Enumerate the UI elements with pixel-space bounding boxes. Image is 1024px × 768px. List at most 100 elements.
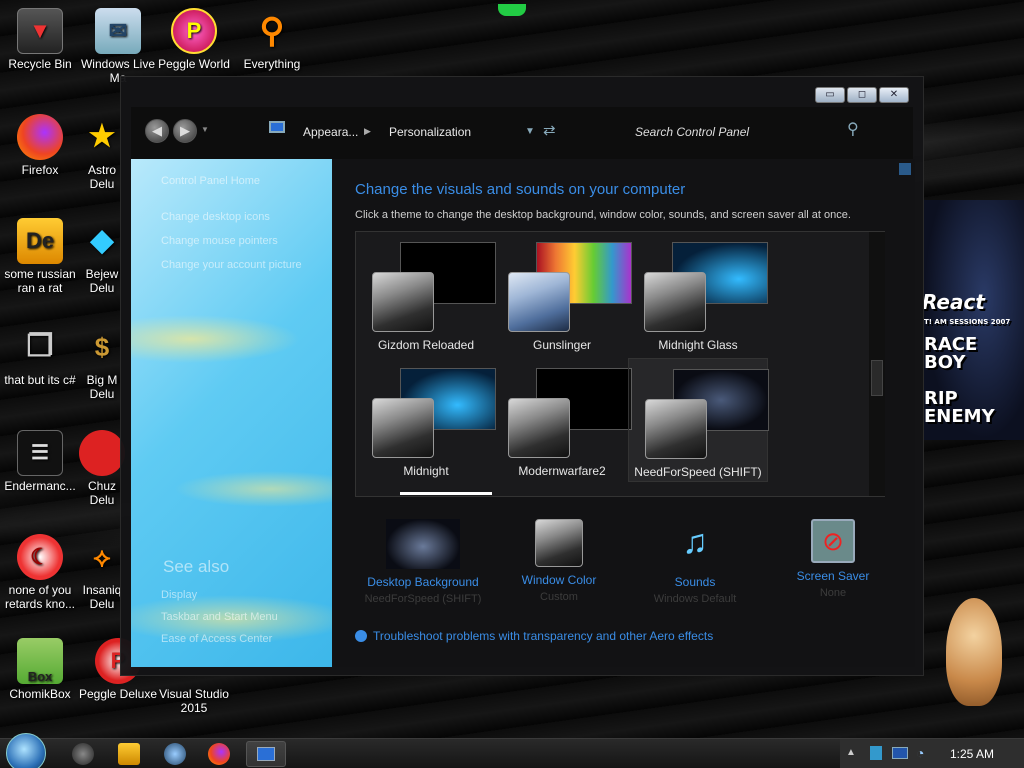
breadcrumb-personalization[interactable]: Personalization (389, 125, 471, 139)
change-account-picture-link[interactable]: Change your account picture (161, 259, 302, 271)
media-icon[interactable] (72, 743, 94, 765)
desktop-icon-insaniquarium[interactable]: ⟡ Insaniq Delu (78, 534, 126, 611)
desktop-icon-peggle-world[interactable]: P Peggle World (154, 8, 234, 71)
recent-pages-chevron-icon[interactable]: ▼ (201, 125, 209, 134)
setting-label: Window Color (521, 573, 597, 587)
page-heading: Change the visuals and sounds on your co… (355, 181, 686, 198)
minimize-button[interactable]: ▭ (815, 87, 845, 103)
display-link[interactable]: Display (161, 589, 197, 601)
theme-color-swatch (372, 272, 434, 332)
desktop-icon-endermanch[interactable]: ☰ Endermanc... (0, 430, 80, 493)
troubleshoot-link[interactable]: Troubleshoot problems with transparency … (355, 629, 713, 643)
title-bar[interactable]: ▭ ◻ ✕ (121, 77, 923, 107)
show-hidden-icons-icon[interactable]: ▲ (846, 747, 856, 758)
desktop-icon-label: none of you retards kno... (4, 583, 76, 611)
theme-gizdom-reloaded[interactable]: Gizdom Reloaded (356, 232, 496, 356)
desktop-icon-none-of-you[interactable]: ☾ none of you retards kno... (0, 534, 80, 611)
desktop-icon-everything[interactable]: ⚲ Everything (232, 8, 312, 71)
theme-label: Gunslinger (532, 338, 592, 352)
desktop-icon-label: Endermanc... (4, 479, 76, 493)
desktop-icon-some-russian[interactable]: De some russian ran a rat (0, 218, 80, 295)
breadcrumb-separator-icon[interactable]: ▶ (364, 126, 371, 137)
theme-color-swatch (508, 272, 570, 332)
change-mouse-pointers-link[interactable]: Change mouse pointers (161, 235, 278, 247)
theme-midnight[interactable]: Midnight (356, 358, 496, 482)
sounds-setting[interactable]: ♫ Sounds Windows Default (635, 519, 755, 605)
music-notes-icon: ♫ (682, 523, 708, 561)
theme-midnight-glass[interactable]: Midnight Glass (628, 232, 768, 356)
document-list-icon: ☰ (17, 430, 63, 476)
personalization-window: ▭ ◻ ✕ ◀ ▶ ▼ Appeara... ▶ Personalization… (120, 76, 924, 676)
system-tray: ▲ ◔ (840, 739, 1024, 768)
theme-color-swatch (644, 272, 706, 332)
screen-saver-icon: ⊘ (811, 519, 855, 563)
chuzzle-icon (79, 430, 125, 476)
control-panel-home-link[interactable]: Control Panel Home (161, 175, 260, 187)
media-player-icon[interactable] (118, 743, 140, 765)
close-button[interactable]: ✕ (879, 87, 909, 103)
network-icon[interactable] (870, 746, 882, 760)
desktop-icon-label: Bejew Delu (85, 267, 119, 295)
maximize-button[interactable]: ◻ (847, 87, 877, 103)
desktop-icon-chuzzle[interactable]: Chuz Delu (78, 430, 126, 507)
desktop-icon-label: Insaniq Delu (82, 583, 122, 611)
desktop-icon-that-but-its[interactable]: ❐ that but its c# (0, 324, 80, 388)
search-icon[interactable]: ⚲ (847, 119, 859, 139)
theme-gallery-scrollbar[interactable] (869, 232, 885, 496)
peggle-icon: P (171, 8, 217, 54)
desktop-icon-firefox[interactable]: Firefox (0, 114, 80, 177)
recycle-bin-icon: ▼ (17, 8, 63, 54)
scrollbar-thumb[interactable] (871, 360, 883, 396)
control-panel-taskbar-button[interactable] (246, 741, 286, 767)
wallpaper-react-text: React (922, 290, 985, 314)
search-input[interactable]: Search Control Panel (621, 119, 871, 145)
taskbar-clock[interactable]: 1:25 AM (950, 747, 994, 761)
setting-label: Screen Saver (796, 569, 870, 583)
setting-value: NeedForSpeed (SHIFT) (364, 593, 482, 605)
start-button[interactable] (6, 733, 46, 768)
desktop-icon-label: Firefox (21, 163, 59, 177)
theme-color-swatch (645, 399, 707, 459)
back-button[interactable]: ◀ (145, 119, 169, 143)
navigation-bar: ◀ ▶ ▼ Appeara... ▶ Personalization ▼ ⇄ S… (131, 107, 913, 159)
desktop-icon-label: Chuz Delu (87, 479, 116, 507)
help-icon[interactable] (899, 163, 911, 175)
theme-modernwarfare2[interactable]: Modernwarfare2 (492, 358, 632, 482)
change-desktop-icons-link[interactable]: Change desktop icons (161, 211, 270, 223)
desktop-icon-big-money[interactable]: $ Big M Delu (78, 324, 126, 401)
desktop-icon-label: Peggle World (158, 57, 230, 71)
theme-needforspeed-shift[interactable]: NeedForSpeed (SHIFT) (628, 358, 769, 482)
star-icon: ★ (88, 120, 116, 153)
forward-button[interactable]: ▶ (173, 119, 197, 143)
globe-icon[interactable] (164, 743, 186, 765)
main-content: Change the visuals and sounds on your co… (333, 159, 915, 667)
display-icon[interactable] (892, 747, 908, 759)
desktop-icon-label: some russian ran a rat (4, 267, 76, 295)
firefox-icon[interactable] (208, 743, 230, 765)
theme-gunslinger[interactable]: Gunslinger (492, 232, 632, 356)
desktop-icon-windows-live[interactable]: ✉ Windows Live Ma (78, 8, 158, 85)
desktop-icon-chomikbox[interactable]: Box ChomikBox (0, 638, 80, 701)
left-task-pane: Control Panel Home Change desktop icons … (131, 159, 332, 667)
volume-icon[interactable]: ◔ (916, 745, 924, 761)
desktop-icon-label: Big M Delu (86, 373, 118, 401)
address-dropdown-icon[interactable]: ▼ (525, 126, 535, 137)
screen-saver-setting[interactable]: ⊘ Screen Saver None (773, 519, 893, 599)
theme-color-swatch (372, 398, 434, 458)
taskbar-start-menu-link[interactable]: Taskbar and Start Menu (161, 611, 278, 623)
window-color-swatch (535, 519, 583, 567)
desktop-icon-bejeweled[interactable]: ◆ Bejew Delu (78, 218, 126, 296)
window-color-setting[interactable]: Window Color Custom (499, 519, 619, 603)
refresh-icon[interactable]: ⇄ (543, 121, 556, 139)
de-app-icon: De (17, 218, 63, 264)
desktop-icon-recycle-bin[interactable]: ▼ Recycle Bin (0, 8, 80, 71)
wallpaper-raceboy-text: RACE BOY (924, 334, 978, 373)
desktop-icon-astro[interactable]: ★ Astro Delu (78, 114, 126, 192)
breadcrumb-appearance[interactable]: Appeara... (303, 125, 358, 139)
wallpaper-ripenemy-text: RIP ENEMY (924, 388, 995, 427)
theme-gallery: Gizdom Reloaded Gunslinger Midnight Glas… (355, 231, 885, 497)
fish-icon: ⟡ (93, 542, 111, 572)
desktop-background-setting[interactable]: Desktop Background NeedForSpeed (SHIFT) (363, 519, 483, 605)
chomikbox-icon: Box (17, 638, 63, 684)
ease-of-access-link[interactable]: Ease of Access Center (161, 633, 272, 645)
